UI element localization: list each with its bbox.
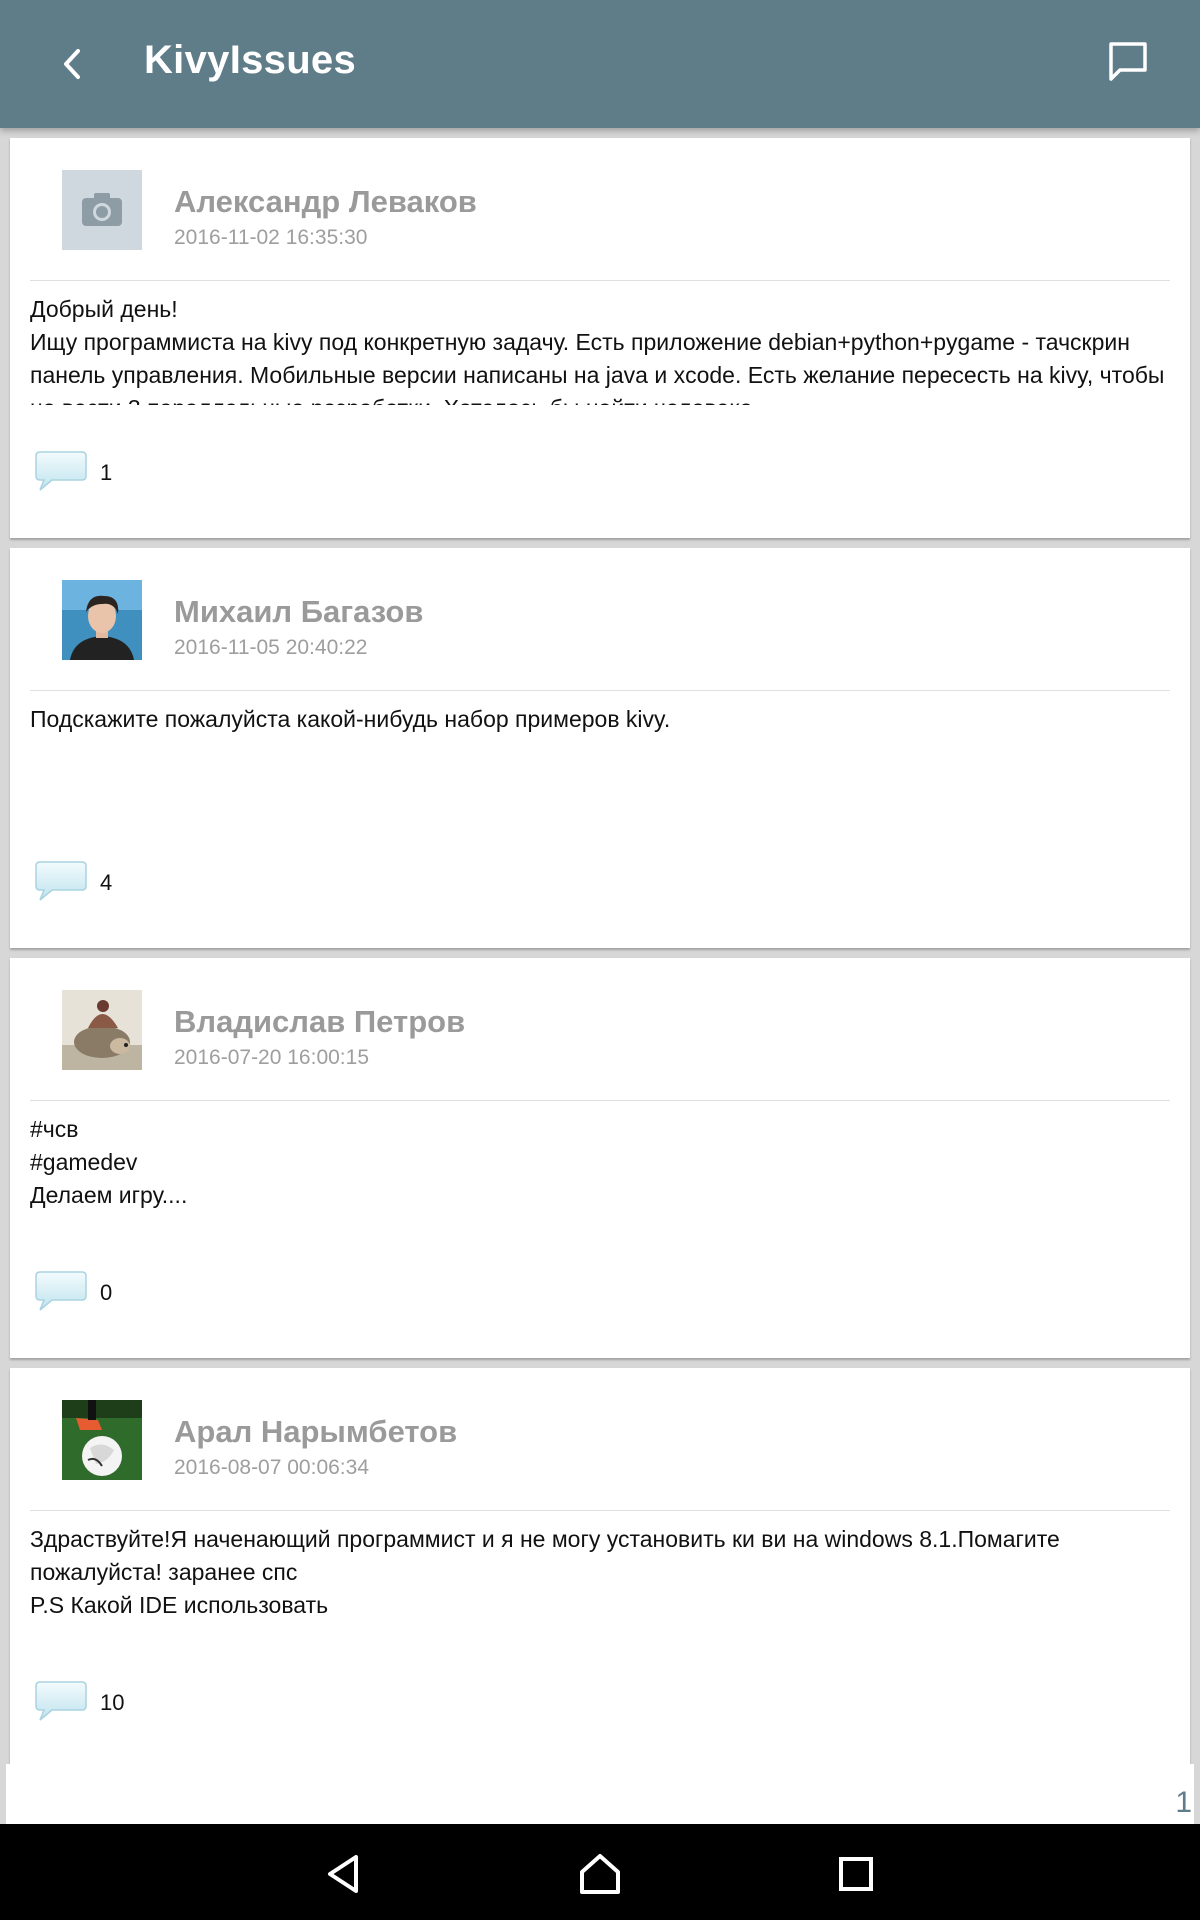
post-card[interactable]: Владислав Петров 2016-07-20 16:00:15 #чс…: [10, 958, 1190, 1358]
football-photo: [62, 1400, 142, 1480]
system-nav-bar: [0, 1824, 1200, 1920]
post-date: 2016-07-20 16:00:15: [174, 1046, 369, 1069]
post-date: 2016-08-07 00:06:34: [174, 1456, 369, 1479]
nav-recents-button[interactable]: [824, 1842, 888, 1906]
triangle-back-icon: [328, 1855, 358, 1893]
post-date: 2016-11-02 16:35:30: [174, 226, 368, 249]
comment-bubble-icon[interactable]: [34, 1270, 88, 1314]
back-button[interactable]: [40, 24, 104, 104]
divider: [30, 1100, 1170, 1101]
comment-bubble-icon[interactable]: [34, 1680, 88, 1724]
post-date: 2016-11-05 20:40:22: [174, 636, 368, 659]
avatar: [62, 1400, 142, 1480]
pagination-bar: [6, 1764, 1194, 1824]
avatar: [62, 170, 142, 250]
post-feed[interactable]: Александр Леваков 2016-11-02 16:35:30 До…: [0, 128, 1200, 1824]
comment-count: 4: [100, 870, 113, 895]
page-number[interactable]: 1: [1175, 1786, 1192, 1820]
post-author[interactable]: Арал Нарымбетов: [174, 1414, 457, 1450]
comment-count: 1: [100, 460, 113, 485]
divider: [30, 690, 1170, 691]
comment-count: 10: [100, 1690, 125, 1715]
comment-bubble-icon[interactable]: [34, 860, 88, 904]
nav-home-button[interactable]: [568, 1842, 632, 1906]
post-author[interactable]: Владислав Петров: [174, 1004, 465, 1040]
camera-placeholder-icon: [62, 170, 142, 250]
post-text: Подскажите пожалуйста какой-нибудь набор…: [30, 706, 671, 732]
compose-button[interactable]: [1100, 34, 1156, 90]
app-title: KivyIssues: [144, 38, 357, 82]
post-author[interactable]: Михаил Багазов: [174, 594, 423, 630]
post-card[interactable]: Арал Нарымбетов 2016-08-07 00:06:34 Здра…: [10, 1368, 1190, 1768]
nav-back-button[interactable]: [312, 1842, 376, 1906]
person-photo: [62, 580, 142, 660]
hedgehog-photo: [62, 990, 142, 1070]
post-card[interactable]: Михаил Багазов 2016-11-05 20:40:22 Подск…: [10, 548, 1190, 948]
comment-count: 0: [100, 1280, 113, 1305]
divider: [30, 1510, 1170, 1511]
post-card[interactable]: Александр Леваков 2016-11-02 16:35:30 До…: [10, 138, 1190, 538]
post-text: Здраствуйте!Я наченающий программист и я…: [30, 1526, 1060, 1618]
app-bar: KivyIssues: [0, 0, 1200, 128]
comment-bubble-icon[interactable]: [34, 450, 88, 494]
divider: [30, 280, 1170, 281]
chevron-left-icon: [64, 49, 80, 79]
post-text: Добрый день! Ищу программиста на kivy по…: [30, 296, 1165, 405]
avatar: [62, 990, 142, 1070]
home-icon: [580, 1854, 620, 1894]
avatar: [62, 580, 142, 660]
post-author[interactable]: Александр Леваков: [174, 184, 477, 220]
message-square-icon: [1109, 42, 1147, 81]
square-recents-icon: [839, 1857, 873, 1891]
post-text: #чсв #gamedev Делаем игру....: [30, 1116, 188, 1208]
